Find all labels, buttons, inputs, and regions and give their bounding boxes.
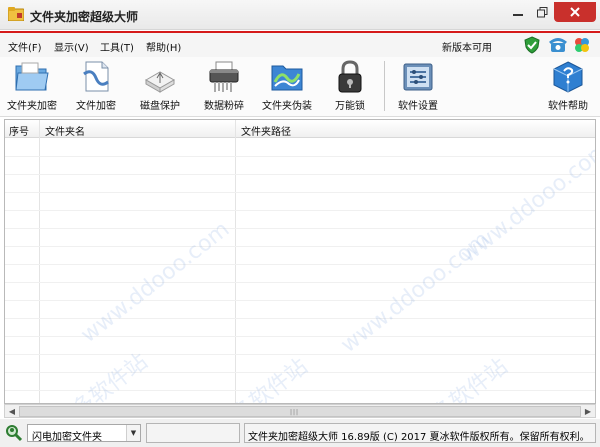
folder-disguise-button[interactable]: 文件夹伪装: [258, 57, 316, 117]
restore-icon: [536, 6, 547, 17]
title-bar: 文件夹加密超级大师: [0, 0, 600, 30]
disk-protect-button[interactable]: 磁盘保护: [132, 57, 188, 117]
horizontal-scrollbar[interactable]: ◀ ||| ▶: [4, 404, 596, 418]
menu-tools[interactable]: 工具(T): [100, 39, 134, 54]
grid-line: [5, 264, 595, 265]
encrypted-folder-list[interactable]: 序号 文件夹名 文件夹路径 www.ddooo.com www.ddooo.co…: [4, 119, 596, 404]
close-icon: [570, 7, 580, 17]
grid-line: [5, 174, 595, 175]
menu-help[interactable]: 帮助(H): [146, 39, 181, 54]
settings-icon: [403, 63, 433, 91]
software-settings-button[interactable]: 软件设置: [390, 57, 446, 117]
status-panel-info: 文件夹加密超级大师 16.89版 (C) 2017 夏冰软件版权所有。保留所有权…: [244, 423, 596, 443]
grid-line: [5, 354, 595, 355]
scroll-grip-icon: |||: [290, 409, 300, 416]
menu-view[interactable]: 显示(V): [54, 39, 89, 54]
padlock-icon: [338, 60, 362, 93]
telephone-icon[interactable]: [549, 36, 567, 54]
maximize-button[interactable]: [530, 2, 554, 22]
shield-check-icon[interactable]: [523, 36, 541, 54]
toolbar: 文件夹加密 文件加密 磁盘保护 数据粉碎 文件夹伪装 万能锁 软件设置 软件帮助: [0, 57, 600, 117]
grid-line: [5, 282, 595, 283]
list-header: 序号 文件夹名 文件夹路径: [5, 120, 595, 138]
menu-bar: 文件(F) 显示(V) 工具(T) 帮助(H) 新版本可用: [0, 31, 600, 57]
usb-disk-icon: [144, 71, 176, 93]
minimize-button[interactable]: [506, 2, 530, 22]
window-title: 文件夹加密超级大师: [30, 10, 139, 24]
grid-line: [5, 246, 595, 247]
new-version-link[interactable]: 新版本可用: [442, 39, 492, 54]
help-cube-icon: [553, 61, 583, 93]
chevron-down-icon[interactable]: ▼: [126, 425, 140, 441]
folder-disguise-label: 文件夹伪装: [262, 101, 312, 112]
column-header-folder-path[interactable]: 文件夹路径: [241, 123, 291, 138]
copyright-text: 文件夹加密超级大师 16.89版 (C) 2017 夏冰软件版权所有。保留所有权…: [248, 432, 590, 443]
software-help-button[interactable]: 软件帮助: [540, 57, 596, 117]
status-panel-empty: [146, 423, 240, 443]
column-header-index[interactable]: 序号: [9, 123, 29, 138]
folder-encrypt-label: 文件夹加密: [7, 101, 57, 112]
status-bar: 闪电加密文件夹 ▼ 文件夹加密超级大师 16.89版 (C) 2017 夏冰软件…: [0, 419, 600, 447]
software-settings-label: 软件设置: [398, 101, 438, 112]
column-divider[interactable]: [39, 120, 40, 403]
magnifier-user-icon[interactable]: [4, 424, 24, 442]
watermark: 多多软件站: [210, 354, 313, 404]
file-encrypt-button[interactable]: 文件加密: [68, 57, 124, 117]
minimize-icon: [513, 14, 523, 16]
file-encrypt-icon: [83, 61, 109, 92]
column-divider[interactable]: [235, 120, 236, 403]
encrypt-mode-value: 闪电加密文件夹: [32, 432, 102, 443]
app-icon: [8, 7, 24, 21]
folder-encrypt-icon: [15, 62, 49, 91]
scroll-right-button[interactable]: ▶: [582, 406, 594, 417]
close-button[interactable]: [554, 2, 596, 22]
software-help-label: 软件帮助: [548, 101, 588, 112]
file-encrypt-label: 文件加密: [76, 101, 116, 112]
universal-lock-label: 万能锁: [335, 101, 365, 112]
data-shred-button[interactable]: 数据粉碎: [196, 57, 252, 117]
grid-line: [5, 192, 595, 193]
folder-disguise-icon: [271, 65, 303, 91]
skin-palette-icon[interactable]: [573, 36, 591, 54]
folder-encrypt-button[interactable]: 文件夹加密: [4, 57, 60, 117]
column-header-folder-name[interactable]: 文件夹名: [45, 123, 85, 138]
data-shred-label: 数据粉碎: [204, 101, 244, 112]
scroll-thumb[interactable]: |||: [19, 406, 581, 417]
watermark: 多多软件站: [410, 354, 513, 404]
encrypt-mode-select[interactable]: 闪电加密文件夹 ▼: [27, 424, 141, 443]
scroll-left-button[interactable]: ◀: [6, 406, 18, 417]
grid-line: [5, 300, 595, 301]
toolbar-separator: [384, 61, 385, 111]
universal-lock-button[interactable]: 万能锁: [322, 57, 378, 117]
menu-file[interactable]: 文件(F): [8, 39, 42, 54]
disk-protect-label: 磁盘保护: [140, 101, 180, 112]
grid-line: [5, 156, 595, 157]
shredder-icon: [209, 61, 239, 92]
